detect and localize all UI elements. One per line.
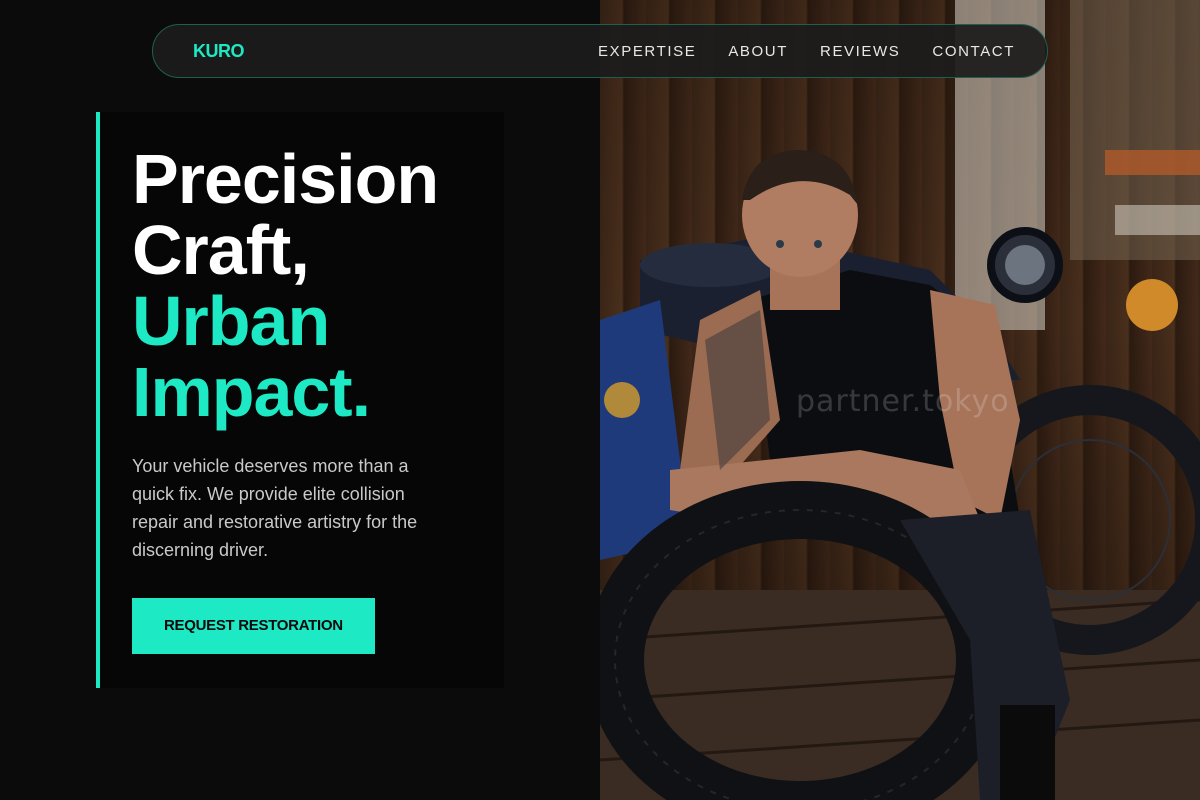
headline-line-2: Craft, <box>132 211 310 289</box>
headline-line-3-accent: Urban <box>132 282 330 360</box>
hero-headline: Precision Craft, Urban Impact. <box>132 144 504 428</box>
hero-description: Your vehicle deserves more than a quick … <box>132 456 418 560</box>
headline-line-1: Precision <box>132 140 439 218</box>
nav-link-expertise[interactable]: EXPERTISE <box>598 43 696 60</box>
nav-link-about[interactable]: ABOUT <box>728 43 788 60</box>
landing-page: partner.tokyo KURO EXPERTISE ABOUT REVIE… <box>0 0 1200 800</box>
headline-line-4-accent: Impact. <box>132 353 371 431</box>
nav-link-contact[interactable]: CONTACT <box>932 43 1015 60</box>
hero-photo: partner.tokyo <box>600 0 1200 800</box>
photo-watermark: partner.tokyo <box>796 384 1010 419</box>
request-restoration-button[interactable]: REQUEST RESTORATION <box>132 598 375 654</box>
top-navigation: KURO EXPERTISE ABOUT REVIEWS CONTACT <box>152 24 1048 78</box>
nav-link-reviews[interactable]: REVIEWS <box>820 43 900 60</box>
nav-links: EXPERTISE ABOUT REVIEWS CONTACT <box>598 43 1015 60</box>
hero-card: Precision Craft, Urban Impact. Your vehi… <box>96 112 504 688</box>
brand-logo[interactable]: KURO <box>193 41 245 62</box>
